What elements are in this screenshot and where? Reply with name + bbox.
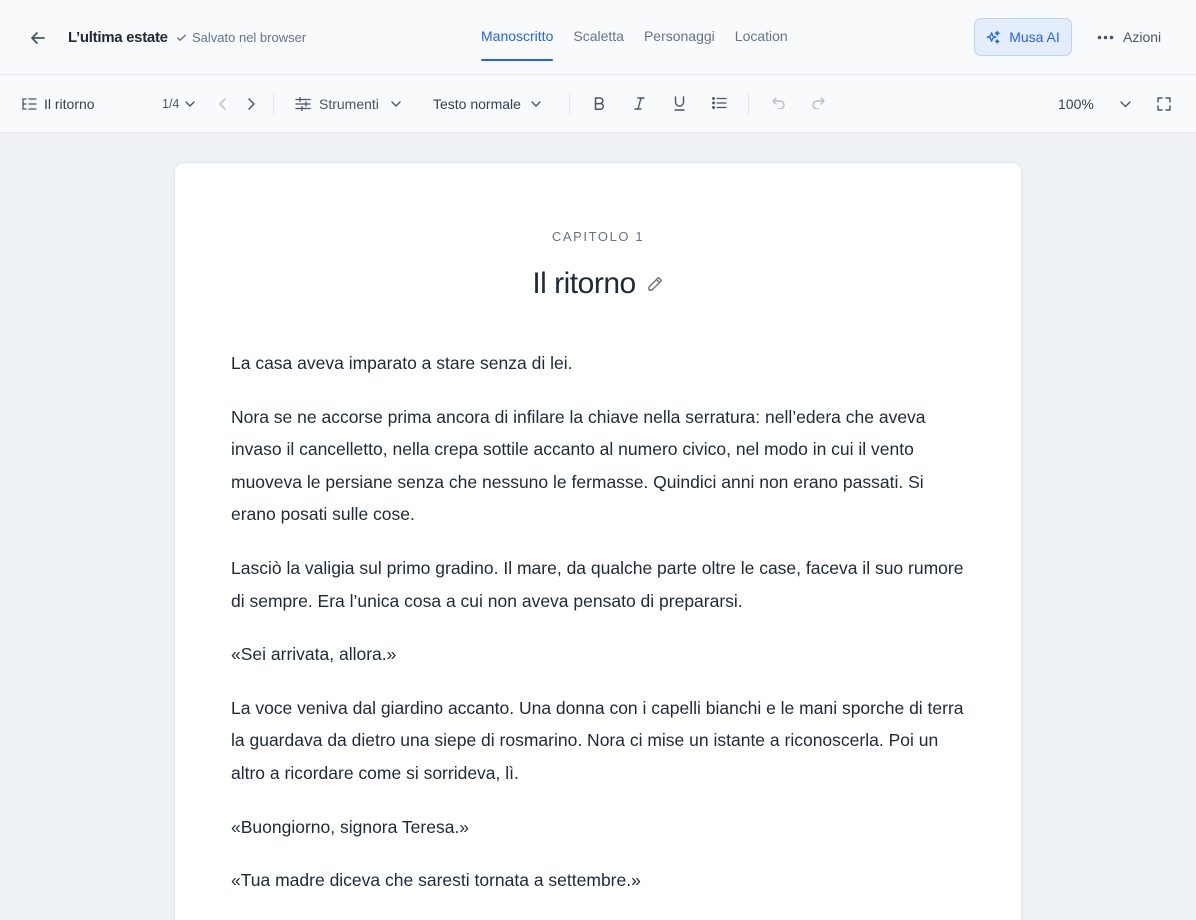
save-status-text: Salvato nel browser bbox=[192, 30, 307, 45]
paragraph[interactable]: «Buongiorno, signora Teresa.» bbox=[231, 811, 966, 844]
undo-button[interactable] bbox=[772, 97, 785, 109]
bold-button[interactable] bbox=[594, 97, 605, 110]
editor-toolbar: Il ritorno 1/4 Strumenti Testo normale 1… bbox=[0, 75, 1196, 133]
chevron-down-icon bbox=[1120, 101, 1131, 108]
toolbar-divider bbox=[569, 93, 570, 115]
tab-manoscritto[interactable]: Manoscritto bbox=[481, 0, 554, 75]
redo-icon bbox=[812, 97, 825, 109]
text-style-label: Testo normale bbox=[433, 96, 521, 112]
outline-list-icon bbox=[22, 98, 37, 110]
paragraph[interactable]: La voce veniva dal giardino accanto. Una… bbox=[231, 692, 966, 790]
chevron-down-icon bbox=[531, 101, 541, 107]
editor-canvas: CAPITOLO 1 Il ritorno La casa aveva impa… bbox=[0, 133, 1196, 920]
zoom-select[interactable]: 100% bbox=[1058, 96, 1094, 112]
italic-button[interactable] bbox=[634, 97, 645, 110]
main-tabs: Manoscritto Scaletta Personaggi Location bbox=[481, 0, 808, 75]
save-status: Salvato nel browser bbox=[176, 30, 306, 45]
bold-icon bbox=[594, 97, 604, 110]
next-chapter-button[interactable] bbox=[246, 98, 256, 110]
chapter-number: CAPITOLO 1 bbox=[551, 229, 645, 244]
previous-chapter-button[interactable] bbox=[218, 98, 228, 110]
underline-button[interactable] bbox=[674, 96, 685, 111]
toolbar-divider bbox=[273, 93, 274, 115]
chapter-title[interactable]: Il ritorno bbox=[532, 267, 636, 301]
musa-ai-label: Musa AI bbox=[1009, 29, 1060, 45]
manuscript-page[interactable]: CAPITOLO 1 Il ritorno La casa aveva impa… bbox=[174, 162, 1022, 920]
bullet-list-icon bbox=[712, 97, 727, 109]
sparkles-icon bbox=[987, 30, 1000, 44]
tools-dropdown[interactable]: Strumenti bbox=[295, 96, 401, 112]
tab-scaletta[interactable]: Scaletta bbox=[573, 0, 624, 75]
fullscreen-button[interactable] bbox=[1157, 97, 1171, 111]
bullet-list-button[interactable] bbox=[712, 97, 727, 109]
more-dots-icon bbox=[1097, 35, 1114, 39]
toolbar-divider bbox=[748, 93, 749, 115]
zoom-value: 100% bbox=[1058, 96, 1094, 112]
fullscreen-icon bbox=[1157, 97, 1171, 111]
chapter-select[interactable]: Il ritorno bbox=[22, 96, 95, 112]
chevron-right-icon bbox=[248, 98, 255, 110]
undo-icon bbox=[772, 97, 785, 109]
actions-label: Azioni bbox=[1123, 29, 1162, 45]
chapter-counter[interactable]: 1/4 bbox=[162, 97, 196, 111]
chevron-left-icon bbox=[219, 98, 226, 110]
actions-menu[interactable]: Azioni bbox=[1097, 29, 1161, 45]
chapter-select-label: Il ritorno bbox=[44, 96, 95, 112]
chevron-down-icon bbox=[185, 101, 196, 107]
redo-button[interactable] bbox=[812, 97, 825, 109]
italic-icon bbox=[634, 97, 645, 110]
text-style-dropdown[interactable]: Testo normale bbox=[433, 96, 541, 112]
tab-location[interactable]: Location bbox=[735, 0, 788, 75]
tab-personaggi[interactable]: Personaggi bbox=[644, 0, 715, 75]
tools-label: Strumenti bbox=[319, 96, 379, 112]
paragraph[interactable]: «Tua madre diceva che saresti tornata a … bbox=[231, 864, 966, 897]
paragraph[interactable]: «Sei arrivata, allora.» bbox=[231, 638, 966, 671]
paragraph[interactable]: Nora se ne accorse prima ancora di infil… bbox=[231, 401, 966, 531]
chevron-down-icon bbox=[391, 101, 401, 107]
back-arrow-icon[interactable] bbox=[26, 26, 50, 50]
chapter-body[interactable]: La casa aveva imparato a stare senza di … bbox=[231, 347, 966, 918]
pencil-icon[interactable] bbox=[646, 275, 664, 293]
check-icon bbox=[177, 34, 186, 41]
musa-ai-button[interactable]: Musa AI bbox=[974, 18, 1072, 56]
top-bar: L’ultima estate Salvato nel browser Mano… bbox=[0, 0, 1196, 75]
sliders-icon bbox=[295, 97, 311, 111]
document-title[interactable]: L’ultima estate bbox=[68, 29, 168, 46]
underline-icon bbox=[674, 96, 685, 111]
chapter-heading: Il ritorno bbox=[175, 267, 1021, 301]
chapter-counter-text: 1/4 bbox=[162, 97, 180, 111]
paragraph[interactable]: Lasciò la valigia sul primo gradino. Il … bbox=[231, 552, 966, 617]
paragraph[interactable]: La casa aveva imparato a stare senza di … bbox=[231, 347, 966, 380]
zoom-dropdown-button[interactable] bbox=[1120, 101, 1131, 108]
